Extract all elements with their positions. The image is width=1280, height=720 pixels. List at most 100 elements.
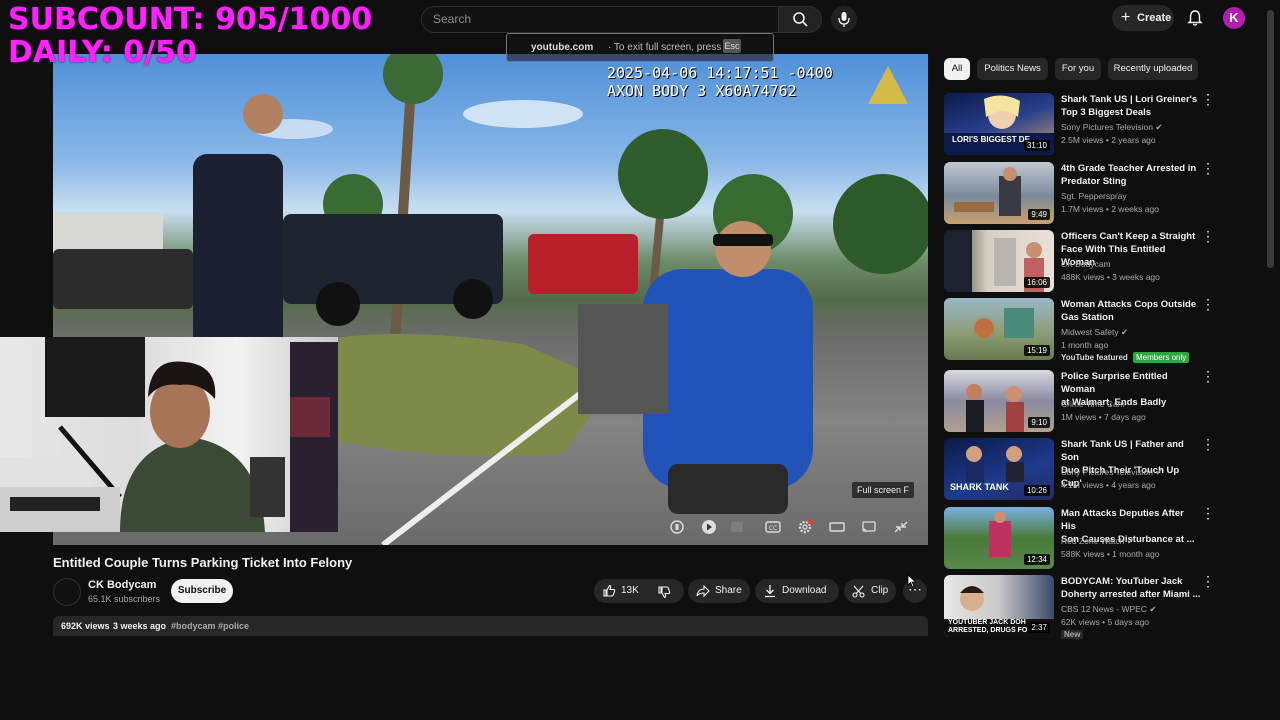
create-button[interactable]: + Create: [1112, 5, 1174, 31]
thumbnail-caption: YOUTUBER JACK DOH ARRESTED, DRUGS FO: [948, 619, 1028, 634]
subtitles-icon[interactable]: CC: [764, 519, 782, 535]
recommendation-title: 4th Grade Teacher Arrested in Predator St…: [1061, 163, 1197, 187]
video-thumbnail[interactable]: SHARK TANK 10:26: [944, 438, 1054, 500]
recommendation-item[interactable]: 9:10 Police Surprise Entitled Woman at Wa…: [944, 369, 1264, 434]
duration-badge: 31:10: [1023, 140, 1050, 151]
more-vertical-icon[interactable]: ⋮: [1201, 229, 1215, 244]
recommendation-meta: 4.1M views • 4 years ago: [1061, 480, 1156, 490]
more-vertical-icon[interactable]: ⋮: [1201, 574, 1215, 589]
recommendation-meta: 1.7M views • 2 weeks ago: [1061, 204, 1159, 214]
video-thumbnail[interactable]: 9:49: [944, 162, 1054, 224]
video-thumbnail[interactable]: YOUTUBER JACK DOH ARRESTED, DRUGS FO 2:3…: [944, 575, 1054, 637]
recommendation-channel[interactable]: CBS 12 News - WPEC ✔: [1061, 603, 1156, 615]
more-vertical-icon[interactable]: ⋮: [1201, 437, 1215, 452]
description-box[interactable]: 692K views 3 weeks ago #bodycam #police: [53, 616, 928, 636]
recommendation-title: Shark Tank US | Lori Greiner's Top 3 Bigg…: [1061, 94, 1198, 118]
notifications-bell-icon[interactable]: [1186, 9, 1204, 27]
recommendation-meta: 1M views • 7 days ago: [1061, 412, 1146, 422]
daily-overlay: DAILY: 0/50: [8, 35, 197, 70]
video-thumbnail[interactable]: LORI'S BIGGEST DE 31:10: [944, 93, 1054, 155]
create-label: Create: [1137, 12, 1172, 24]
channel-name[interactable]: CK Bodycam: [88, 579, 156, 591]
settings-gear-icon[interactable]: [796, 519, 814, 535]
video-thumbnail[interactable]: 16:06: [944, 230, 1054, 292]
duration-badge: 10:26: [1023, 485, 1050, 496]
like-thumbs-up-icon[interactable]: [602, 584, 616, 598]
recommendation-item[interactable]: 16:06 Officers Can't Keep a Straight Face…: [944, 229, 1264, 294]
recommendation-channel[interactable]: Midwest Safety ✔: [1061, 326, 1128, 338]
streamer-webcam: [0, 337, 338, 532]
clip-label: Clip: [871, 585, 889, 596]
recommendation-item[interactable]: 12:34 Man Attacks Deputies After His Son …: [944, 506, 1264, 571]
recommendation-title: Woman Attacks Cops Outside Gas Station: [1061, 299, 1197, 323]
notice-site: youtube.com: [531, 42, 594, 53]
scissors-icon: [852, 585, 865, 598]
cast-icon[interactable]: [860, 519, 878, 535]
recommendation-meta: 488K views • 3 weeks ago: [1061, 272, 1160, 282]
channel-avatar[interactable]: [53, 578, 81, 606]
upload-age: 3 weeks ago: [113, 621, 167, 631]
mouse-cursor-icon: [907, 574, 917, 588]
recommendation-item[interactable]: YOUTUBER JACK DOH ARRESTED, DRUGS FO 2:3…: [944, 574, 1264, 639]
voice-search-button[interactable]: [831, 6, 857, 32]
recommendation-item[interactable]: 15:19 Woman Attacks Cops Outside Gas Stat…: [944, 297, 1264, 363]
new-badge: New: [1061, 630, 1084, 639]
recommendation-channel[interactable]: Sony Pictures Television ✔: [1061, 121, 1162, 133]
chip-all[interactable]: All: [944, 58, 970, 80]
timestamp-line1: 2025-04-06 14:17:51 -0400: [607, 64, 833, 82]
verified-check-icon: ✔: [1155, 467, 1163, 477]
more-vertical-icon[interactable]: ⋮: [1201, 297, 1215, 312]
recommendation-title: BODYCAM: YouTuber Jack Doherty arrested a…: [1061, 576, 1201, 600]
verified-check-icon: ✔: [1155, 122, 1163, 132]
download-icon: [765, 585, 775, 598]
clip-button[interactable]: Clip: [844, 579, 896, 603]
exit-fullscreen-icon[interactable]: [892, 519, 910, 535]
recommendation-channel[interactable]: Sony Pictures Television ✔: [1061, 466, 1162, 478]
chip-politics-news[interactable]: Politics News: [977, 58, 1048, 80]
subscribe-button[interactable]: Subscribe: [171, 579, 233, 603]
download-label: Download: [782, 585, 827, 596]
share-button[interactable]: Share: [688, 579, 750, 603]
hashtags[interactable]: #bodycam #police: [171, 621, 249, 631]
video-thumbnail[interactable]: 15:19: [944, 298, 1054, 360]
theater-mode-icon[interactable]: [828, 519, 846, 535]
duration-badge: 16:06: [1023, 277, 1050, 288]
subscriber-count: 65.1K subscribers: [88, 594, 161, 604]
view-count: 692K views: [61, 621, 110, 631]
duration-badge: 9:10: [1028, 417, 1050, 428]
verified-check-icon: ✔: [1121, 327, 1129, 337]
recommendation-meta: 1 month ago: [1061, 340, 1109, 350]
more-vertical-icon[interactable]: ⋮: [1201, 92, 1215, 107]
share-arrow-icon: [696, 585, 710, 597]
recommendation-channel[interactable]: CK Bodycam: [1061, 258, 1111, 270]
more-vertical-icon[interactable]: ⋮: [1201, 161, 1215, 176]
webcam-scene: [0, 337, 338, 532]
fullscreen-tooltip: Full screen F: [852, 482, 915, 498]
dislike-thumbs-down-icon[interactable]: [657, 585, 671, 599]
subcount-overlay: SUBCOUNT: 905/1000: [8, 2, 373, 37]
recommendation-item[interactable]: SHARK TANK 10:26 Shark Tank US | Father …: [944, 437, 1264, 502]
duration-badge: 12:34: [1023, 554, 1050, 565]
search-button[interactable]: [778, 6, 822, 33]
more-vertical-icon[interactable]: ⋮: [1201, 506, 1215, 521]
search-input[interactable]: Search: [421, 6, 779, 33]
video-title: Entitled Couple Turns Parking Ticket Int…: [53, 555, 353, 570]
page-scrollbar[interactable]: [1267, 10, 1274, 268]
video-thumbnail[interactable]: 12:34: [944, 507, 1054, 569]
recommendation-channel[interactable]: Sgt. Pepperspray: [1061, 190, 1127, 202]
account-avatar[interactable]: K: [1223, 7, 1245, 29]
verified-check-icon: ✔: [1126, 536, 1134, 546]
recommendation-channel[interactable]: Red Zone Watch ✔: [1061, 535, 1134, 547]
miniplayer-dim-icon[interactable]: [728, 519, 746, 535]
video-thumbnail[interactable]: 9:10: [944, 370, 1054, 432]
duration-badge: 2:37: [1028, 622, 1050, 633]
recommendation-item[interactable]: 9:49 4th Grade Teacher Arrested in Predat…: [944, 161, 1264, 226]
autoplay-toggle-icon[interactable]: [668, 519, 686, 535]
download-button[interactable]: Download: [755, 579, 839, 603]
chip-recently-uploaded[interactable]: Recently uploaded: [1108, 58, 1198, 80]
play-badge-icon[interactable]: [700, 519, 718, 535]
recommendation-item[interactable]: LORI'S BIGGEST DE 31:10 Shark Tank US | …: [944, 92, 1264, 157]
chip-for-you[interactable]: For you: [1055, 58, 1101, 80]
more-vertical-icon[interactable]: ⋮: [1201, 369, 1215, 384]
recommendation-channel[interactable]: Crime Time Cam: [1061, 398, 1125, 410]
